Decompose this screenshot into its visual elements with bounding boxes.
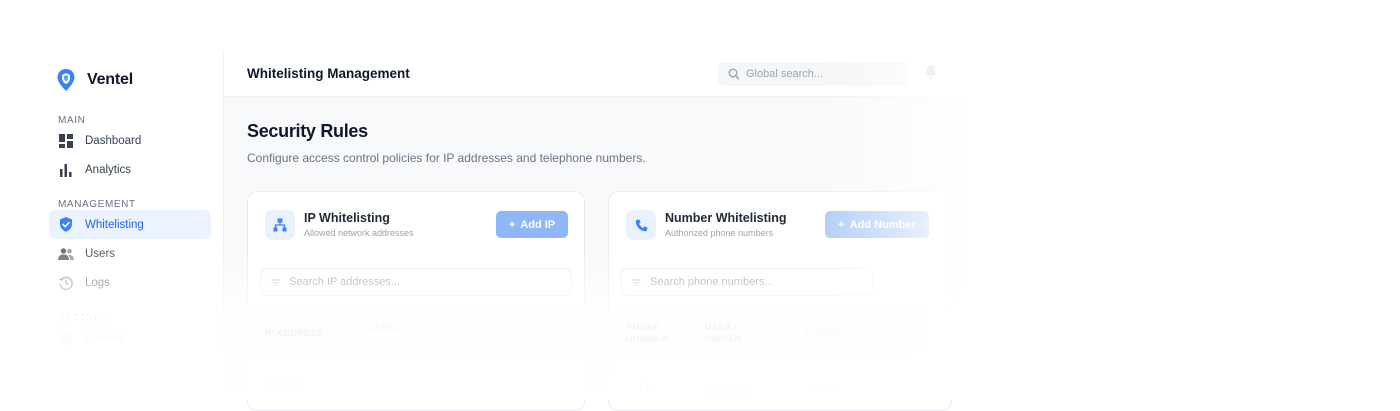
section-label-main: MAIN: [58, 115, 86, 126]
number-search-input[interactable]: Search phone numbers...: [621, 268, 873, 296]
table-header: PHONE NUMBER USER / OWNER STATUS ACTIONS: [609, 310, 951, 354]
sidebar-item-label: Dashboard: [85, 134, 142, 147]
filter-icon: [271, 279, 280, 285]
column-header[interactable]: STATUS: [804, 327, 841, 339]
sidebar-item-label: Whitelisting: [85, 218, 144, 231]
card-subtitle: Authorized phone numbers: [665, 228, 774, 238]
brand-name: Ventel: [87, 71, 133, 88]
bar-chart-icon: [58, 162, 74, 178]
section-label-management: MANAGEMENT: [58, 199, 136, 210]
sidebar-item-general[interactable]: General: [49, 324, 211, 353]
number-whitelisting-card: Number Whitelisting Authorized phone num…: [608, 191, 952, 411]
users-icon: [58, 246, 74, 262]
global-search-input[interactable]: Global search...: [718, 62, 908, 86]
card-title: Number Whitelisting: [665, 211, 787, 225]
page-header-title: Whitelisting Management: [247, 66, 410, 81]
shield-check-icon: [58, 217, 74, 233]
table-header: IP ADDRESS LABEL: [248, 310, 584, 354]
column-header[interactable]: IP ADDRESS: [265, 327, 324, 339]
button-label: Add IP: [520, 218, 556, 231]
sidebar-item-label: General: [85, 332, 126, 345]
table-cell: +1: [639, 382, 651, 393]
sidebar: Ventel MAIN Dashboard Analytics MANAGEME…: [36, 50, 224, 400]
table-cell: (Support): [705, 388, 747, 399]
sidebar-item-label: Users: [85, 247, 116, 260]
blank-area: [964, 0, 1400, 400]
plus-icon: +: [508, 218, 516, 231]
sidebar-item-label: Logs: [85, 276, 110, 289]
filter-icon: [632, 279, 641, 285]
phone-icon: [626, 210, 656, 240]
ip-search-input[interactable]: Search IP addresses...: [260, 268, 572, 296]
column-header[interactable]: ACTIONS: [885, 327, 928, 339]
section-label-settings: SETTINGS: [58, 313, 113, 324]
history-icon: [58, 275, 74, 291]
search-placeholder: Global search...: [746, 68, 824, 80]
sidebar-item-label: Analytics: [85, 163, 132, 176]
location-shield-icon: [57, 69, 75, 91]
sidebar-item-analytics[interactable]: Analytics: [49, 155, 211, 184]
search-icon: [728, 68, 740, 80]
topbar: Whitelisting Management Global search...: [224, 50, 964, 97]
card-subtitle: Allowed network addresses: [304, 228, 414, 238]
gear-icon: [58, 331, 74, 347]
bell-icon[interactable]: [924, 64, 938, 80]
sidebar-item-logs[interactable]: Logs: [49, 268, 211, 297]
card-title: IP Whitelisting: [304, 211, 390, 225]
page-title: Security Rules: [247, 121, 368, 141]
sidebar-item-dashboard[interactable]: Dashboard: [49, 126, 211, 155]
search-placeholder: Search phone numbers...: [650, 276, 774, 288]
add-ip-button[interactable]: + Add IP: [496, 211, 568, 238]
column-header[interactable]: PHONE NUMBER: [626, 321, 672, 345]
app-window: Ventel MAIN Dashboard Analytics MANAGEME…: [0, 0, 1400, 411]
button-label: Add Number: [849, 218, 916, 231]
page-subtitle: Configure access control policies for IP…: [247, 151, 646, 165]
main-content: Security Rules Configure access control …: [224, 97, 964, 411]
network-icon: [265, 210, 295, 240]
sidebar-item-whitelisting[interactable]: Whitelisting: [49, 210, 211, 239]
brand[interactable]: Ventel: [56, 68, 133, 92]
add-number-button[interactable]: + Add Number: [825, 211, 929, 238]
column-header[interactable]: LABEL: [368, 321, 400, 333]
dashboard-icon: [58, 133, 74, 149]
sidebar-item-users[interactable]: Users: [49, 239, 211, 268]
status-badge: Active: [809, 382, 837, 393]
column-header[interactable]: USER / OWNER: [705, 321, 751, 345]
plus-icon: +: [838, 218, 845, 231]
search-placeholder: Search IP addresses...: [289, 276, 401, 288]
ip-whitelisting-card: IP Whitelisting Allowed network addresse…: [247, 191, 585, 411]
table-cell: 192.168: [265, 377, 302, 388]
